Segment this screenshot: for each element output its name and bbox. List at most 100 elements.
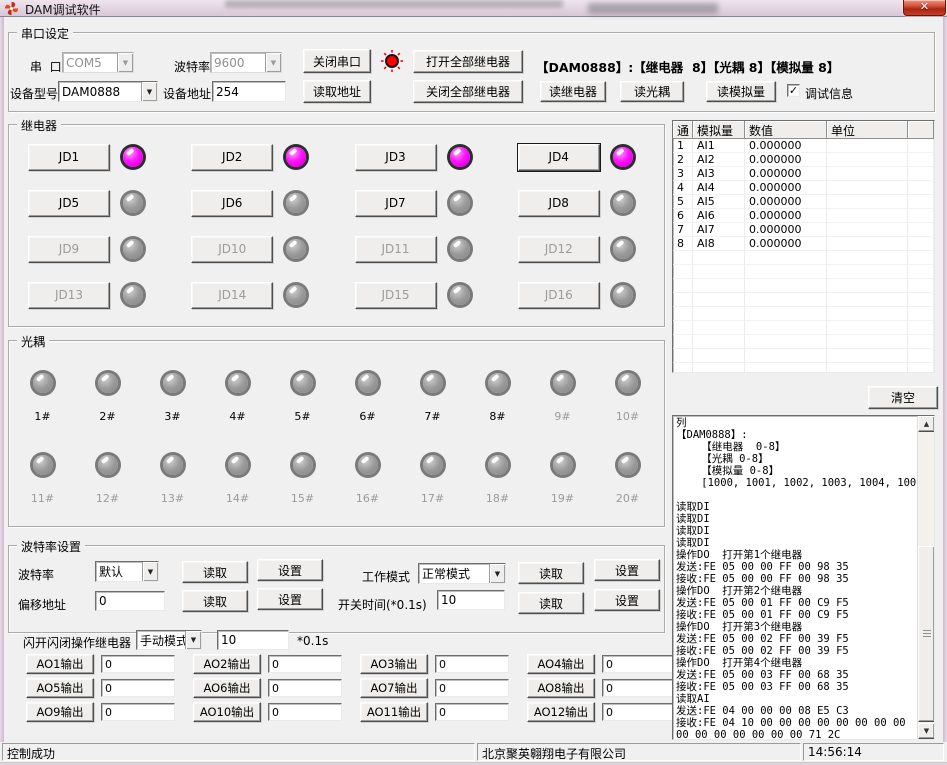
scroll-down-icon[interactable]: ▼ xyxy=(918,723,935,739)
close-serial-button[interactable]: 关闭串口 xyxy=(303,49,371,73)
offset-read-button[interactable]: 读取 xyxy=(182,590,248,612)
ao-button-AO10输出[interactable]: AO10输出 xyxy=(193,702,261,722)
relay-button-JD6[interactable]: JD6 xyxy=(191,190,273,217)
opto-label-18#: 18# xyxy=(486,492,509,505)
relay-led-JD3 xyxy=(450,147,470,167)
work-mode-value: 正常模式 xyxy=(419,565,489,582)
relay-led-JD16 xyxy=(613,285,633,305)
debug-info-checkbox[interactable]: ✓ xyxy=(787,84,800,97)
switch-time-read-button[interactable]: 读取 xyxy=(518,592,584,614)
ao-input-AO1输出[interactable] xyxy=(101,655,175,673)
close-button[interactable]: ✕ xyxy=(903,0,946,16)
ao-input-AO7输出[interactable] xyxy=(435,679,509,697)
relay-button-JD4[interactable]: JD4 xyxy=(518,144,600,171)
baudrate-set-button[interactable]: 设置 xyxy=(257,559,323,581)
read-relay-button[interactable]: 读继电器 xyxy=(540,81,606,102)
read-opto-button[interactable]: 读光耦 xyxy=(620,81,684,102)
work-mode-combobox[interactable]: 正常模式 ▼ xyxy=(418,563,506,584)
ao-button-AO8输出[interactable]: AO8输出 xyxy=(527,678,595,698)
switch-time-input[interactable] xyxy=(437,590,505,610)
ao-input-AO2输出[interactable] xyxy=(268,655,342,673)
flash-mode-combobox[interactable]: 手动模式 ▼ xyxy=(136,630,202,650)
relay-button-JD7[interactable]: JD7 xyxy=(355,190,437,217)
table-row[interactable]: 3AI30.000000 xyxy=(673,167,934,181)
relay-button-JD8[interactable]: JD8 xyxy=(518,190,600,217)
table-cell xyxy=(745,279,827,293)
relay-cell: JD13 xyxy=(10,272,173,318)
opto-cell: 10# xyxy=(595,362,660,444)
ao-input-AO8输出[interactable] xyxy=(602,679,676,697)
relay-button-JD16[interactable]: JD16 xyxy=(518,282,600,309)
relay-button-JD1[interactable]: JD1 xyxy=(28,144,110,171)
read-addr-button[interactable]: 读取地址 xyxy=(303,80,371,103)
work-mode-read-button[interactable]: 读取 xyxy=(518,562,584,584)
relay-button-JD13[interactable]: JD13 xyxy=(28,282,110,309)
baudrate-read-button[interactable]: 读取 xyxy=(182,561,248,583)
baud-combobox[interactable]: 9600 ▼ xyxy=(210,52,282,73)
opto-cell: 8# xyxy=(465,362,530,444)
table-cell xyxy=(908,251,934,265)
ao-button-AO4输出[interactable]: AO4输出 xyxy=(527,654,595,674)
ao-button-AO3输出[interactable]: AO3输出 xyxy=(360,654,428,674)
offset-addr-input[interactable] xyxy=(95,591,165,611)
flash-time-input[interactable] xyxy=(217,630,289,650)
table-row[interactable]: 2AI20.000000 xyxy=(673,153,934,167)
flash-operate-label: 闪开闪闭操作继电器 xyxy=(23,634,131,651)
table-row[interactable]: 6AI60.000000 xyxy=(673,209,934,223)
table-cell xyxy=(693,293,745,307)
relay-button-JD12[interactable]: JD12 xyxy=(518,236,600,263)
table-cell: 5 xyxy=(673,195,693,209)
relay-button-JD14[interactable]: JD14 xyxy=(191,282,273,309)
scrollbar-thumb[interactable] xyxy=(918,546,935,722)
table-row[interactable]: 8AI80.000000 xyxy=(673,237,934,251)
ao-button-AO9输出[interactable]: AO9输出 xyxy=(26,702,94,722)
table-cell xyxy=(827,335,908,349)
ao-input-AO5输出[interactable] xyxy=(101,679,175,697)
model-combobox[interactable]: DAM0888 ▼ xyxy=(58,81,158,102)
offset-set-button[interactable]: 设置 xyxy=(257,588,323,610)
ao-button-AO6输出[interactable]: AO6输出 xyxy=(193,678,261,698)
ao-button-AO11输出[interactable]: AO11输出 xyxy=(360,702,428,722)
ao-input-AO10输出[interactable] xyxy=(268,703,342,721)
log-panel[interactable]: 列 【DAM0888】: 【继电器 0-8】 【光耦 0-8】 【模拟量 0-8… xyxy=(672,415,935,740)
ao-input-AO6输出[interactable] xyxy=(268,679,342,697)
ao-input-AO12输出[interactable] xyxy=(602,703,676,721)
ao-button-AO12输出[interactable]: AO12输出 xyxy=(527,702,595,722)
ao-button-AO7输出[interactable]: AO7输出 xyxy=(360,678,428,698)
relay-button-JD10[interactable]: JD10 xyxy=(191,236,273,263)
ao-input-AO9输出[interactable] xyxy=(101,703,175,721)
relay-button-JD11[interactable]: JD11 xyxy=(355,236,437,263)
ao-input-AO3输出[interactable] xyxy=(435,655,509,673)
relay-cell: JD2 xyxy=(173,134,336,180)
ao-input-AO4输出[interactable] xyxy=(602,655,676,673)
table-row[interactable]: 4AI40.000000 xyxy=(673,181,934,195)
port-combobox[interactable]: COM5 ▼ xyxy=(62,52,134,73)
device-addr-input[interactable] xyxy=(212,81,286,102)
close-all-relays-button[interactable]: 关闭全部继电器 xyxy=(413,80,523,103)
ao-input-AO11输出[interactable] xyxy=(435,703,509,721)
table-cell: AI1 xyxy=(693,139,745,153)
table-row[interactable]: 1AI10.000000 xyxy=(673,139,934,153)
relay-button-JD9[interactable]: JD9 xyxy=(28,236,110,263)
relay-button-JD5[interactable]: JD5 xyxy=(28,190,110,217)
read-analog-button[interactable]: 读模拟量 xyxy=(706,81,776,102)
table-cell xyxy=(827,223,908,237)
baudrate-combobox[interactable]: 默认 ▼ xyxy=(95,561,159,582)
open-all-relays-button[interactable]: 打开全部继电器 xyxy=(413,50,523,73)
ao-cell: AO5输出 xyxy=(8,676,175,700)
work-mode-set-button[interactable]: 设置 xyxy=(594,559,660,581)
relay-button-JD15[interactable]: JD15 xyxy=(355,282,437,309)
ao-button-AO5输出[interactable]: AO5输出 xyxy=(26,678,94,698)
scroll-up-icon[interactable]: ▲ xyxy=(918,416,935,432)
table-row[interactable]: 7AI70.000000 xyxy=(673,223,934,237)
log-scrollbar[interactable]: ▲ ▼ xyxy=(917,416,934,739)
table-cell xyxy=(908,321,934,335)
table-row-empty xyxy=(673,293,934,307)
clear-log-button[interactable]: 清空 xyxy=(868,386,938,409)
relay-button-JD2[interactable]: JD2 xyxy=(191,144,273,171)
table-row[interactable]: 5AI50.000000 xyxy=(673,195,934,209)
ao-button-AO1输出[interactable]: AO1输出 xyxy=(26,654,94,674)
ao-button-AO2输出[interactable]: AO2输出 xyxy=(193,654,261,674)
switch-time-set-button[interactable]: 设置 xyxy=(594,589,660,611)
relay-button-JD3[interactable]: JD3 xyxy=(355,144,437,171)
